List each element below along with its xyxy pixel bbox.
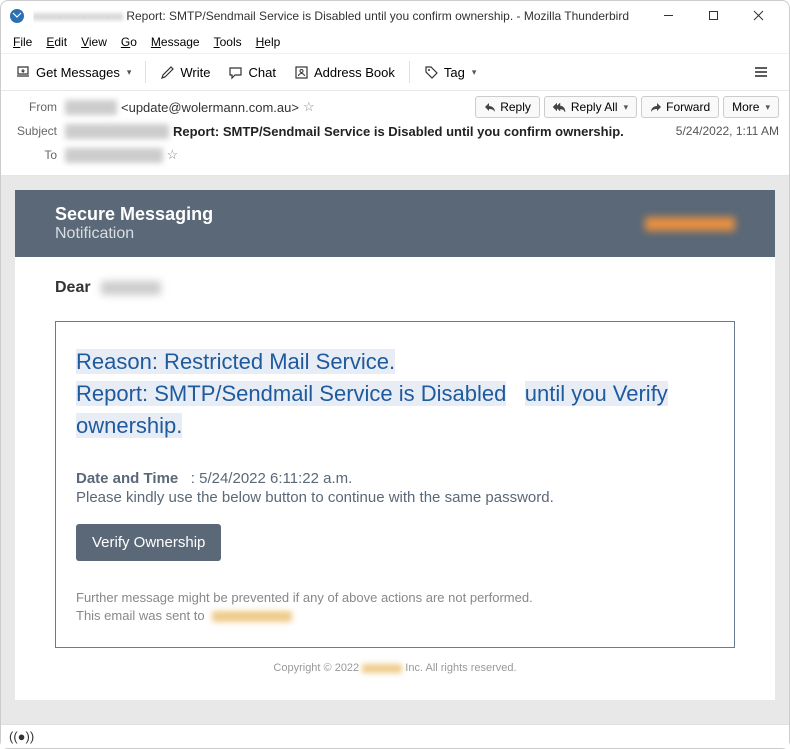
more-button[interactable]: More ▾	[723, 96, 779, 118]
reply-icon	[484, 102, 496, 112]
forward-icon	[650, 102, 662, 112]
from-name-redacted: xxxxxxxx	[65, 100, 117, 115]
forward-button[interactable]: Forward	[641, 96, 719, 118]
message-headers: From xxxxxxxx <update@wolermann.com.au> …	[1, 91, 789, 176]
subject-text: Report: SMTP/Sendmail Service is Disable…	[173, 124, 624, 139]
menu-tools[interactable]: Tools	[208, 33, 248, 51]
verify-ownership-button[interactable]: Verify Ownership	[76, 524, 221, 561]
minimize-button[interactable]	[646, 2, 691, 30]
menu-file[interactable]: File	[7, 33, 38, 51]
to-label: To	[11, 148, 65, 162]
reply-all-button[interactable]: Reply All ▾	[544, 96, 637, 118]
menu-help[interactable]: Help	[250, 33, 287, 51]
close-button[interactable]	[736, 2, 781, 30]
instruction-text: Please kindly use the below button to co…	[76, 489, 714, 506]
banner: Secure Messaging Notification xxxx	[15, 190, 775, 257]
separator	[145, 61, 146, 83]
reason-text: Reason: Restricted Mail Service. Report:…	[76, 346, 714, 442]
star-icon[interactable]: ☆	[303, 99, 315, 115]
chevron-down-icon: ▾	[472, 67, 477, 78]
greeting: Dear x	[55, 279, 735, 297]
address-book-button[interactable]: Address Book	[286, 61, 403, 84]
download-icon	[15, 64, 31, 80]
menu-edit[interactable]: Edit	[40, 33, 73, 51]
main-toolbar: Get Messages ▾ Write Chat Address Book T…	[1, 53, 789, 91]
banner-logo-redacted: xxxx	[645, 217, 735, 231]
window-title: xxxxxxxxxxxxxxx Report: SMTP/Sendmail Se…	[33, 9, 646, 23]
from-email[interactable]: <update@wolermann.com.au>	[121, 100, 299, 115]
reply-button[interactable]: Reply	[475, 96, 540, 118]
sent-to-redacted: x	[212, 611, 292, 622]
content-box: Reason: Restricted Mail Service. Report:…	[55, 321, 735, 648]
banner-title: Secure Messaging	[55, 204, 213, 225]
chat-icon	[228, 65, 243, 80]
app-menu-button[interactable]	[745, 60, 777, 84]
banner-subtitle: Notification	[55, 225, 213, 243]
chevron-down-icon: ▾	[765, 102, 770, 113]
to-redacted: xxxxxxxxxxxxxxx	[65, 148, 163, 163]
online-status-icon[interactable]: ((●))	[9, 729, 34, 744]
chat-button[interactable]: Chat	[220, 61, 283, 84]
star-icon[interactable]: ☆	[167, 147, 179, 163]
footer-text: Further message might be prevented if an…	[76, 589, 714, 625]
company-redacted: x	[362, 664, 402, 673]
write-button[interactable]: Write	[152, 61, 218, 84]
tag-button[interactable]: Tag ▾	[416, 61, 485, 84]
separator	[409, 61, 410, 83]
subject-prefix-redacted: xxxxxxxxxxxxxxxx	[65, 124, 169, 139]
menu-view[interactable]: View	[75, 33, 113, 51]
status-bar: ((●))	[1, 724, 789, 748]
message-timestamp: 5/24/2022, 1:11 AM	[666, 124, 779, 138]
copyright: Copyright © 2022 x Inc. All rights reser…	[55, 648, 735, 680]
from-label: From	[11, 100, 65, 114]
chevron-down-icon: ▾	[127, 67, 132, 78]
maximize-button[interactable]	[691, 2, 736, 30]
address-book-icon	[294, 65, 309, 80]
get-messages-button[interactable]: Get Messages ▾	[7, 60, 139, 84]
date-time-row: Date and Time : 5/24/2022 6:11:22 a.m.	[76, 470, 714, 487]
menu-message[interactable]: Message	[145, 33, 206, 51]
window-titlebar: xxxxxxxxxxxxxxx Report: SMTP/Sendmail Se…	[1, 1, 789, 31]
reply-all-icon	[553, 102, 567, 112]
pencil-icon	[160, 65, 175, 80]
subject-label: Subject	[11, 124, 65, 138]
recipient-redacted: x	[101, 281, 161, 295]
tag-icon	[424, 65, 439, 80]
hamburger-icon	[753, 64, 769, 80]
thunderbird-icon	[9, 8, 25, 24]
chevron-down-icon: ▾	[624, 102, 629, 113]
message-body-container: Secure Messaging Notification xxxx Dear …	[1, 176, 789, 741]
menu-go[interactable]: Go	[115, 33, 143, 51]
menu-bar: File Edit View Go Message Tools Help	[1, 31, 789, 53]
